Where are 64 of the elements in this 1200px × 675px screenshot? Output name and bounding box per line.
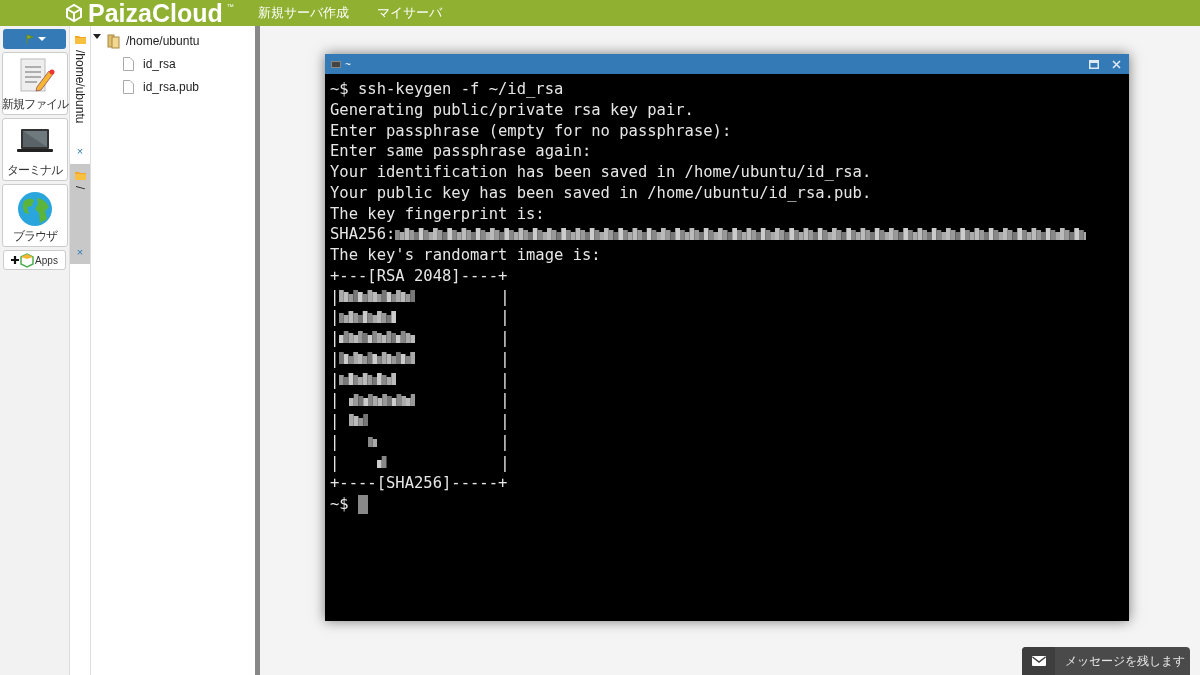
randomart-border: | bbox=[330, 307, 340, 328]
mail-icon bbox=[1031, 656, 1046, 666]
terminal-line: Your public key has been saved in /home/ubuntu/id_rsa.pub. bbox=[330, 182, 872, 204]
maximize-icon bbox=[1089, 59, 1099, 69]
tree-item[interactable]: id_rsa bbox=[143, 54, 176, 73]
randomart-border: | bbox=[500, 328, 510, 349]
randomart-border: | bbox=[330, 452, 340, 474]
randomart-border: | bbox=[330, 286, 340, 308]
message-button[interactable]: メッセージを残します bbox=[1022, 647, 1190, 675]
box-icon bbox=[20, 252, 35, 268]
terminal-line: The key fingerprint is: bbox=[330, 203, 545, 225]
blurred-randomart-drawing bbox=[348, 414, 368, 429]
file-icon bbox=[123, 56, 134, 71]
toolbar-button[interactable]: 新規ファイル bbox=[1, 52, 68, 115]
terminal-prompt: ~$ bbox=[330, 494, 349, 515]
dropdown-button[interactable] bbox=[3, 29, 66, 49]
folder-tab[interactable]: / × bbox=[70, 164, 90, 264]
blurred-randomart-drawing bbox=[339, 310, 397, 325]
blurred-randomart-drawing bbox=[348, 393, 416, 408]
folder-icon bbox=[74, 34, 86, 44]
terminal-line: The key's randomart image is: bbox=[330, 245, 601, 266]
file-icon bbox=[123, 79, 134, 94]
terminal-line: +---[RSA 2048]----+ bbox=[330, 265, 508, 287]
cube-icon bbox=[64, 2, 84, 24]
text-cursor bbox=[357, 494, 368, 514]
randomart-border: | bbox=[500, 369, 510, 391]
randomart-border: | bbox=[330, 328, 340, 349]
terminal-line: +----[SHA256]-----+ bbox=[330, 473, 508, 494]
randomart-border: | bbox=[330, 348, 340, 370]
randomart-border: | bbox=[500, 431, 510, 453]
randomart-border: | bbox=[330, 431, 340, 453]
caret-icon bbox=[37, 37, 46, 41]
toolbar-button[interactable]: ブラウザ bbox=[1, 184, 68, 247]
randomart-border: | bbox=[330, 369, 340, 391]
flag-icon bbox=[23, 33, 34, 45]
blurred-randomart-drawing bbox=[377, 455, 387, 470]
randomart-border: | bbox=[330, 390, 340, 411]
close-icon bbox=[1112, 59, 1121, 69]
randomart-border: | bbox=[500, 307, 510, 328]
randomart-border: | bbox=[500, 390, 510, 411]
terminal-line: Your identification has been saved in /home/ubuntu/id_rsa. bbox=[330, 162, 872, 183]
logo-text: PaizaCloud bbox=[88, 0, 223, 26]
terminal-line: Enter same passphrase again: bbox=[330, 141, 592, 162]
plus-icon bbox=[11, 255, 20, 265]
randomart-border: | bbox=[500, 286, 510, 308]
close-tab-button[interactable]: × bbox=[76, 146, 84, 157]
randomart-border: | bbox=[500, 411, 510, 432]
window-title: ~ bbox=[345, 57, 351, 72]
terminal-line: Generating public/private rsa key pair. bbox=[330, 99, 694, 121]
toolbar-button[interactable]: ターミナル bbox=[1, 118, 68, 181]
randomart-border: | bbox=[330, 411, 340, 432]
terminal-line: Enter passphrase (empty for no passphrase): bbox=[330, 120, 732, 142]
randomart-border: | bbox=[500, 348, 510, 370]
terminal-icon bbox=[331, 60, 341, 68]
tree-item[interactable]: id_rsa.pub bbox=[143, 77, 200, 96]
apps-button[interactable]: Apps bbox=[3, 250, 66, 270]
terminal-line: ~$ ssh-keygen -f ~/id_rsa bbox=[330, 79, 564, 100]
randomart-border: | bbox=[500, 452, 510, 474]
terminal-line: SHA256: bbox=[330, 224, 396, 245]
folder-icon bbox=[107, 33, 120, 49]
blurred-randomart-drawing bbox=[339, 372, 397, 387]
folder-icon bbox=[74, 170, 86, 180]
tree-item[interactable]: /home/ubuntu bbox=[126, 32, 200, 50]
blurred-randomart-drawing bbox=[367, 435, 378, 450]
